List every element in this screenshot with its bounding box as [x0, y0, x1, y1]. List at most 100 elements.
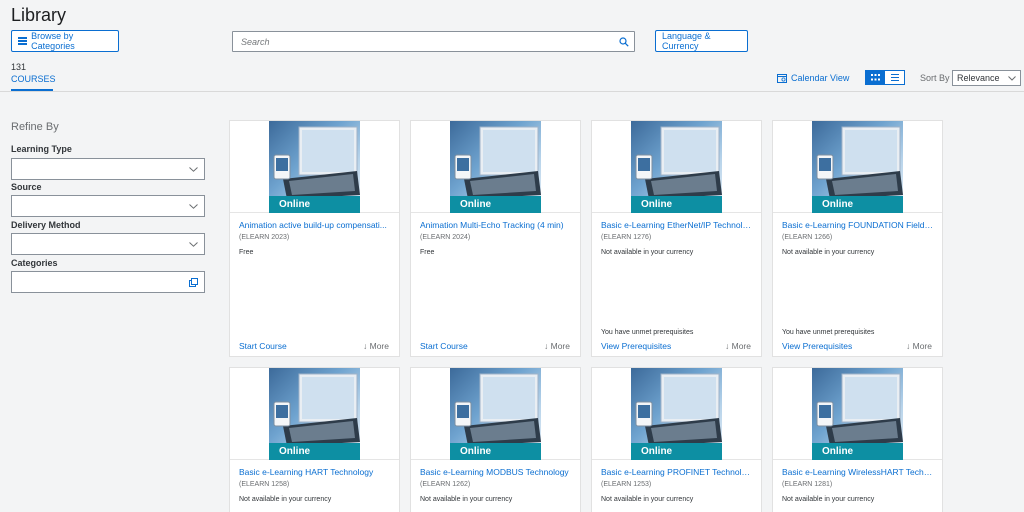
course-card[interactable]: Online Basic e-Learning PROFINET Technolo… — [591, 367, 762, 512]
course-title-link[interactable]: Basic e-Learning MODBUS Technology — [420, 467, 571, 477]
grid-icon — [870, 74, 880, 81]
view-toggle — [865, 70, 905, 85]
course-thumbnail[interactable]: Online — [592, 121, 761, 213]
browse-by-categories-button[interactable]: Browse by Categories — [11, 30, 119, 52]
course-thumbnail[interactable]: Online — [230, 121, 399, 213]
course-card-body: Basic e-Learning MODBUS Technology (ELEAR… — [411, 460, 580, 503]
course-image: Online — [812, 121, 903, 213]
course-image: Online — [269, 121, 360, 213]
course-card[interactable]: Online Basic e-Learning EtherNet/IP Techn… — [591, 120, 762, 357]
course-card[interactable]: Online Basic e-Learning FOUNDATION Fieldb… — [772, 120, 943, 357]
learning-type-select[interactable] — [11, 158, 205, 180]
course-price: Not available in your currency — [239, 496, 332, 503]
course-card[interactable]: Online Basic e-Learning WirelessHART Tech… — [772, 367, 943, 512]
course-image: Online — [631, 368, 722, 460]
sort-by-label: Sort By — [920, 73, 950, 83]
course-title-link[interactable]: Animation Multi-Echo Tracking (4 min) — [420, 220, 571, 230]
course-card[interactable]: Online Animation active build-up compensa… — [229, 120, 400, 357]
course-thumbnail[interactable]: Online — [773, 121, 942, 213]
chevron-down-icon — [189, 241, 198, 247]
search-field[interactable] — [232, 31, 635, 52]
browse-button-label: Browse by Categories — [31, 31, 75, 51]
filter-label-categories: Categories — [11, 258, 58, 268]
chevron-down-icon — [189, 166, 198, 172]
online-badge: Online — [450, 443, 541, 460]
list-icon — [890, 74, 899, 81]
search-input[interactable] — [233, 32, 614, 51]
language-currency-button[interactable]: Language & Currency — [655, 30, 748, 52]
course-card-body: Basic e-Learning PROFINET Technology (ELE… — [592, 460, 761, 503]
course-title-link[interactable]: Basic e-Learning PROFINET Technology — [601, 467, 752, 477]
course-code: (ELEARN 1262) — [420, 481, 471, 488]
course-title-link[interactable]: Basic e-Learning HART Technology — [239, 467, 390, 477]
course-code: (ELEARN 1253) — [601, 481, 652, 488]
course-title-link[interactable]: Basic e-Learning WirelessHART Techn... — [782, 467, 933, 477]
courses-label: COURSES — [11, 74, 56, 84]
course-image: Online — [450, 368, 541, 460]
delivery-method-select[interactable] — [11, 233, 205, 255]
grid-view-button[interactable] — [865, 70, 885, 85]
calendar-view-link[interactable]: Calendar View — [777, 73, 849, 83]
course-action-link[interactable]: View Prerequisites — [782, 341, 852, 351]
course-price: Not available in your currency — [601, 249, 694, 256]
course-card-body: Basic e-Learning HART Technology (ELEARN … — [230, 460, 399, 503]
course-image: Online — [812, 368, 903, 460]
prerequisites-note: You have unmet prerequisites — [782, 329, 875, 336]
refine-by-title: Refine By — [11, 121, 59, 133]
course-price: Not available in your currency — [420, 496, 513, 503]
course-thumbnail[interactable]: Online — [592, 368, 761, 460]
categories-picker[interactable] — [11, 271, 205, 293]
course-code: (ELEARN 1281) — [782, 481, 833, 488]
search-icon[interactable] — [614, 36, 634, 47]
course-title-link[interactable]: Animation active build-up compensati... — [239, 220, 390, 230]
course-action-link[interactable]: Start Course — [420, 341, 468, 351]
course-thumbnail[interactable]: Online — [411, 368, 580, 460]
more-button[interactable]: ↓ More — [544, 341, 570, 351]
menu-icon — [18, 37, 28, 45]
course-price: Free — [420, 249, 435, 256]
course-action-link[interactable]: View Prerequisites — [601, 341, 671, 351]
header-divider — [0, 91, 1024, 92]
course-card-body: Basic e-Learning EtherNet/IP Technolo...… — [592, 213, 761, 351]
list-view-button[interactable] — [885, 70, 905, 85]
course-card-body: Animation Multi-Echo Tracking (4 min) (EL… — [411, 213, 580, 351]
course-action-link[interactable]: Start Course — [239, 341, 287, 351]
more-button[interactable]: ↓ More — [363, 341, 389, 351]
online-badge: Online — [269, 196, 360, 213]
course-card[interactable]: Online Animation Multi-Echo Tracking (4 m… — [410, 120, 581, 357]
courses-count-tab[interactable]: 131 COURSES — [11, 62, 56, 91]
course-thumbnail[interactable]: Online — [411, 121, 580, 213]
calendar-view-label: Calendar View — [791, 73, 850, 83]
course-card[interactable]: Online Basic e-Learning HART Technology (E… — [229, 367, 400, 512]
online-badge: Online — [631, 443, 722, 460]
more-button[interactable]: ↓ More — [725, 341, 751, 351]
online-badge: Online — [812, 196, 903, 213]
course-thumbnail[interactable]: Online — [230, 368, 399, 460]
course-code: (ELEARN 2024) — [420, 234, 471, 241]
more-button[interactable]: ↓ More — [906, 341, 932, 351]
course-title-link[interactable]: Basic e-Learning FOUNDATION Fieldb... — [782, 220, 933, 230]
online-badge: Online — [269, 443, 360, 460]
course-price: Not available in your currency — [601, 496, 694, 503]
language-button-label: Language & Currency — [662, 31, 711, 51]
course-price: Not available in your currency — [782, 249, 875, 256]
source-select[interactable] — [11, 195, 205, 217]
course-price: Not available in your currency — [782, 496, 875, 503]
value-help-icon — [189, 277, 198, 287]
sort-value: Relevance — [957, 73, 1000, 83]
course-card[interactable]: Online Basic e-Learning MODBUS Technology… — [410, 367, 581, 512]
course-title-link[interactable]: Basic e-Learning EtherNet/IP Technolo... — [601, 220, 752, 230]
course-image: Online — [269, 368, 360, 460]
course-price: Free — [239, 249, 254, 256]
filter-label-delivery-method: Delivery Method — [11, 220, 81, 230]
course-code: (ELEARN 2023) — [239, 234, 290, 241]
course-code: (ELEARN 1266) — [782, 234, 833, 241]
online-badge: Online — [812, 443, 903, 460]
course-thumbnail[interactable]: Online — [773, 368, 942, 460]
prerequisites-note: You have unmet prerequisites — [601, 329, 694, 336]
sort-select[interactable]: Relevance — [952, 70, 1021, 86]
course-card-body: Basic e-Learning FOUNDATION Fieldb... (EL… — [773, 213, 942, 351]
course-card-body: Basic e-Learning WirelessHART Techn... (E… — [773, 460, 942, 503]
calendar-icon — [777, 74, 787, 83]
chevron-down-icon — [189, 203, 198, 209]
